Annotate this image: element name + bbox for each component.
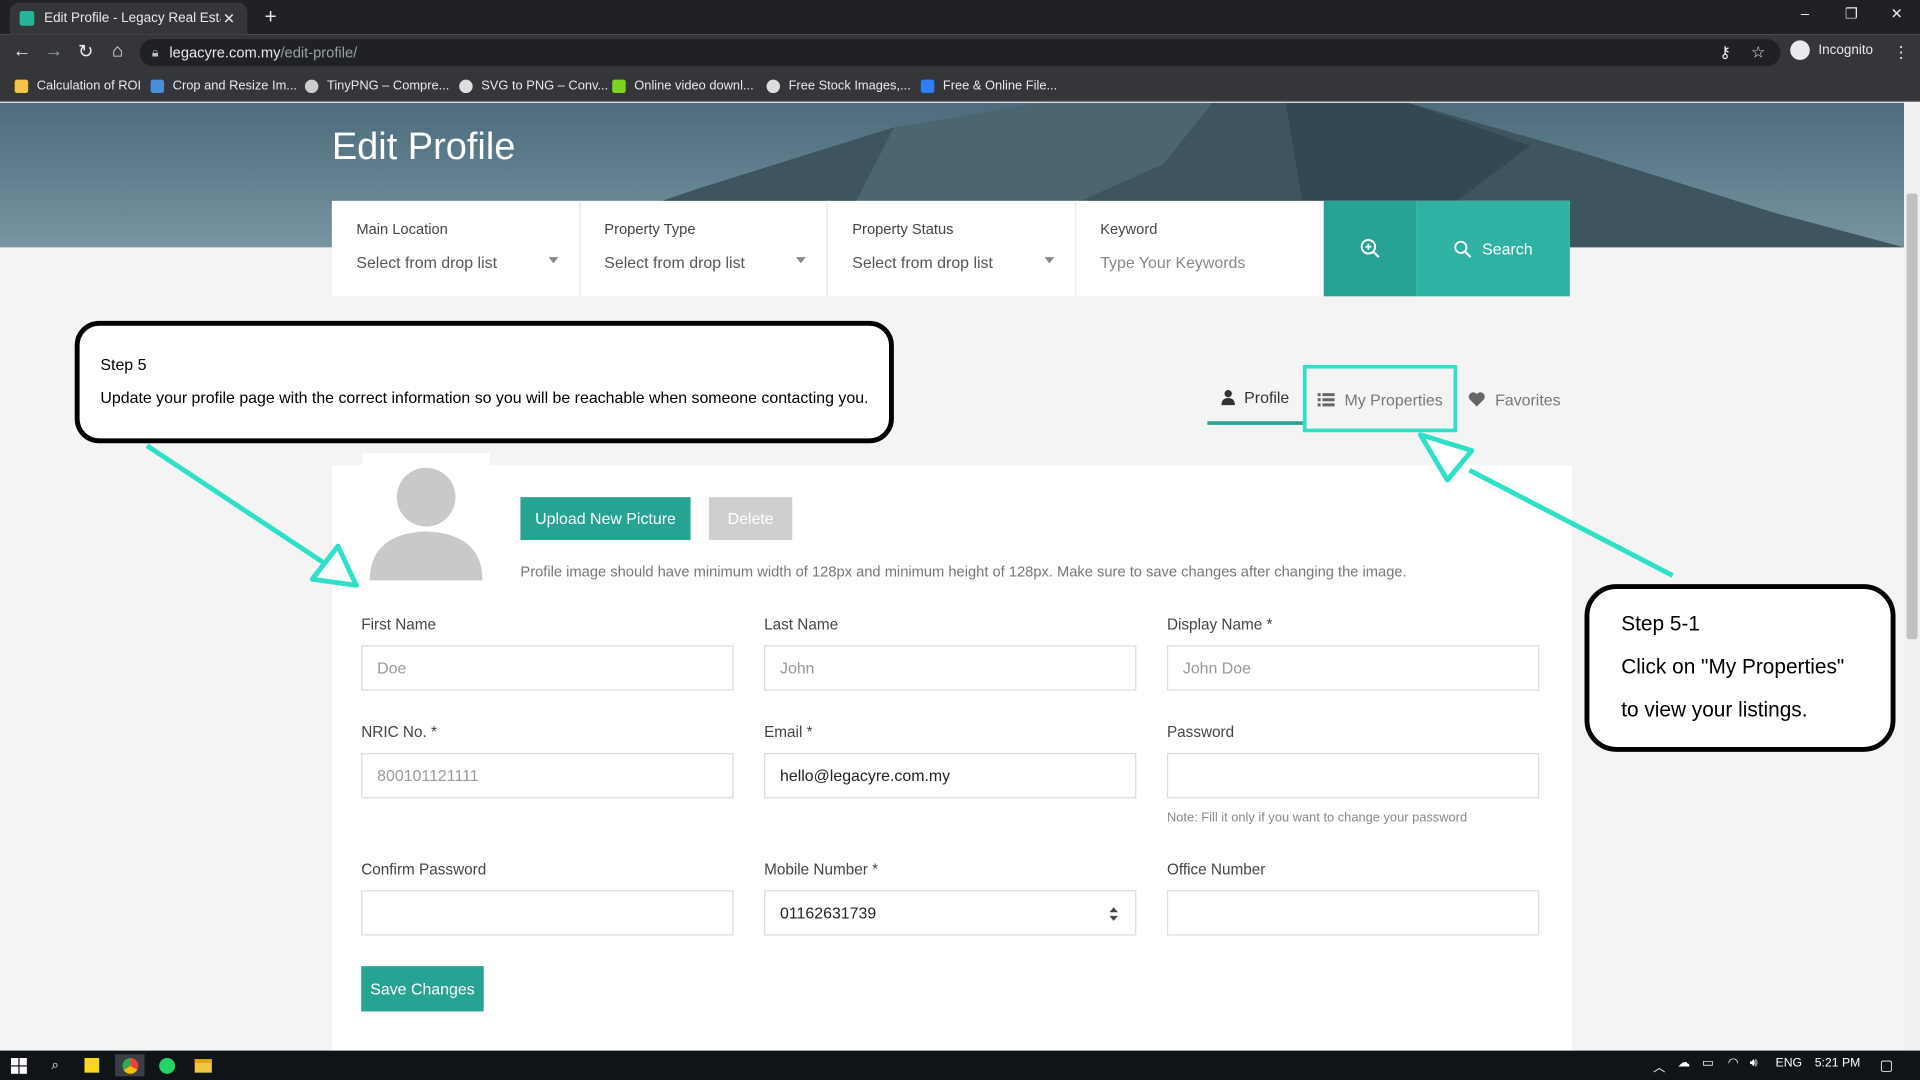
annotation-arrows: [145, 432, 1674, 588]
tray-chevron-icon[interactable]: ︿: [1653, 1057, 1665, 1075]
volume-icon[interactable]: 🔊︎: [1750, 1057, 1758, 1070]
step5-arrow-line: [145, 443, 330, 568]
notifications-icon[interactable]: ▢: [1880, 1057, 1894, 1074]
wifi-icon[interactable]: ◠: [1728, 1057, 1739, 1070]
onedrive-icon[interactable]: ☁: [1678, 1057, 1690, 1070]
step51-arrow-head: [1417, 432, 1475, 483]
chrome-taskbar-icon[interactable]: [115, 1054, 145, 1077]
battery-icon[interactable]: ▭: [1702, 1057, 1714, 1070]
scrollbar-thumb[interactable]: [1906, 193, 1918, 640]
windows-start-icon[interactable]: [5, 1054, 32, 1076]
file-explorer-icon[interactable]: [190, 1054, 217, 1076]
language-indicator[interactable]: ENG: [1776, 1057, 1803, 1070]
step51-arrow-line: [1468, 468, 1674, 578]
step5-arrow-head: [309, 543, 359, 588]
clock[interactable]: 5:21 PM: [1815, 1057, 1861, 1070]
taskbar-search-icon[interactable]: ⌕: [42, 1054, 69, 1076]
whatsapp-icon[interactable]: [153, 1054, 180, 1076]
windows-taskbar: [0, 1050, 1920, 1080]
sticky-notes-icon[interactable]: [78, 1054, 105, 1076]
